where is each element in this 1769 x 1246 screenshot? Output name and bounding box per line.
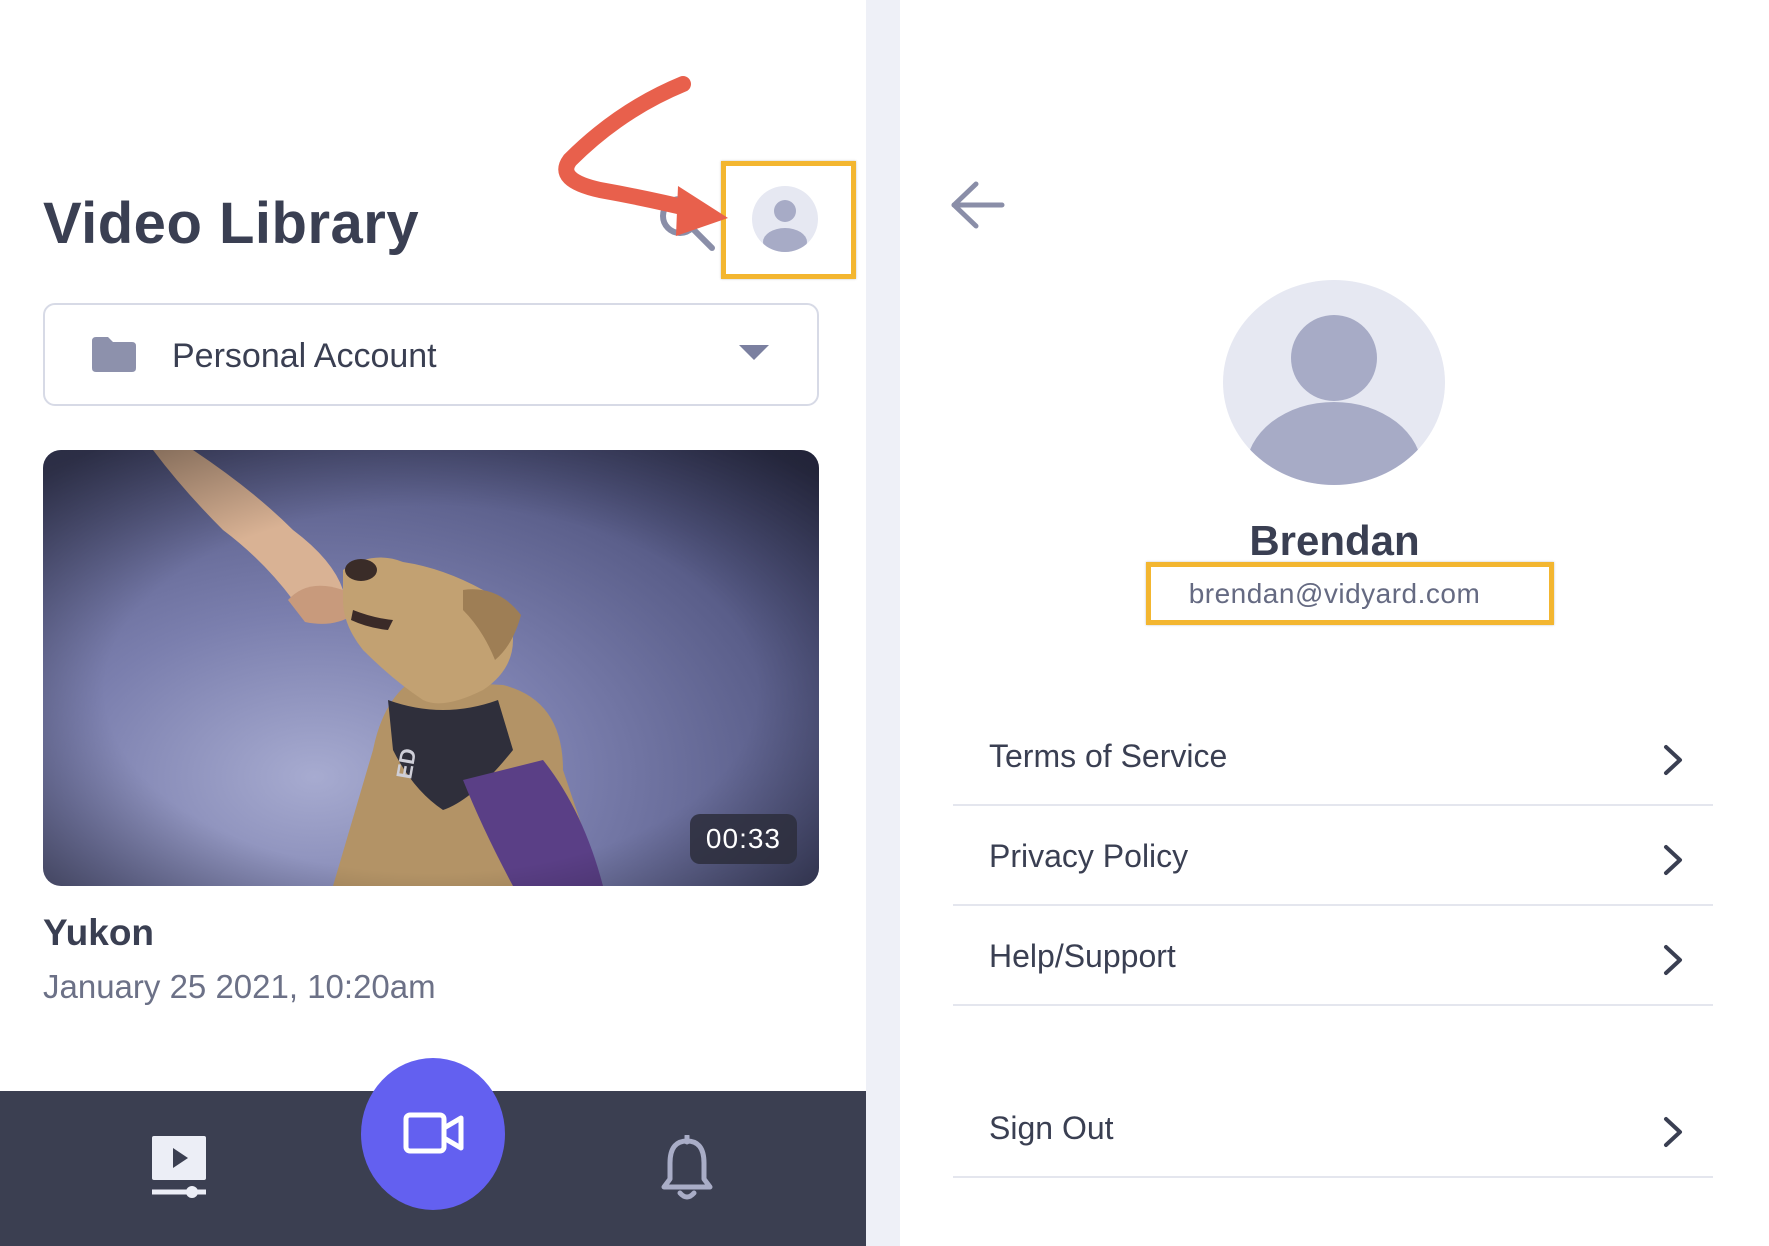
profile-name: Brendan [1249,517,1420,564]
account-selector-label: Personal Account [172,337,437,375]
page-title: Video Library [43,191,420,256]
menu-item-terms[interactable]: Terms of Service [953,706,1713,806]
camera-icon [403,1112,464,1154]
menu-item-sign-out[interactable]: Sign Out [953,1078,1713,1178]
video-thumbnail[interactable]: ED 00:33 [43,450,819,886]
avatar-highlight-box [721,161,856,279]
chevron-right-icon [1664,745,1682,775]
account-selector[interactable]: Personal Account [43,303,819,406]
menu-item-privacy[interactable]: Privacy Policy [953,806,1713,906]
profile-screen: Brendan brendan@vidyard.com Terms of Ser… [900,0,1769,1246]
video-title[interactable]: Yukon [43,912,154,954]
video-library-screen: Video Library Personal Account 00:33 Yuk… [0,0,866,1246]
email-highlight-box [1146,562,1554,625]
menu-item-label: Terms of Service [989,738,1228,774]
record-video-button[interactable] [361,1058,505,1210]
video-library-icon[interactable] [148,1132,210,1204]
menu-item-label: Help/Support [989,938,1176,974]
duration-badge: 00:33 [689,814,797,864]
pointer-arrow-annotation [558,76,728,236]
menu-item-help[interactable]: Help/Support [953,906,1713,1006]
chevron-right-icon [1664,1117,1682,1147]
video-date: January 25 2021, 10:20am [43,968,436,1005]
user-icon [1246,315,1422,485]
back-arrow-icon[interactable] [950,180,1006,230]
folder-icon [92,337,136,372]
chevron-right-icon [1664,845,1682,875]
bell-icon[interactable] [660,1135,714,1203]
menu-item-label: Sign Out [989,1110,1114,1146]
menu-item-label: Privacy Policy [989,838,1189,874]
chevron-right-icon [1664,945,1682,975]
caret-down-icon [739,345,769,360]
profile-avatar [1223,280,1445,485]
